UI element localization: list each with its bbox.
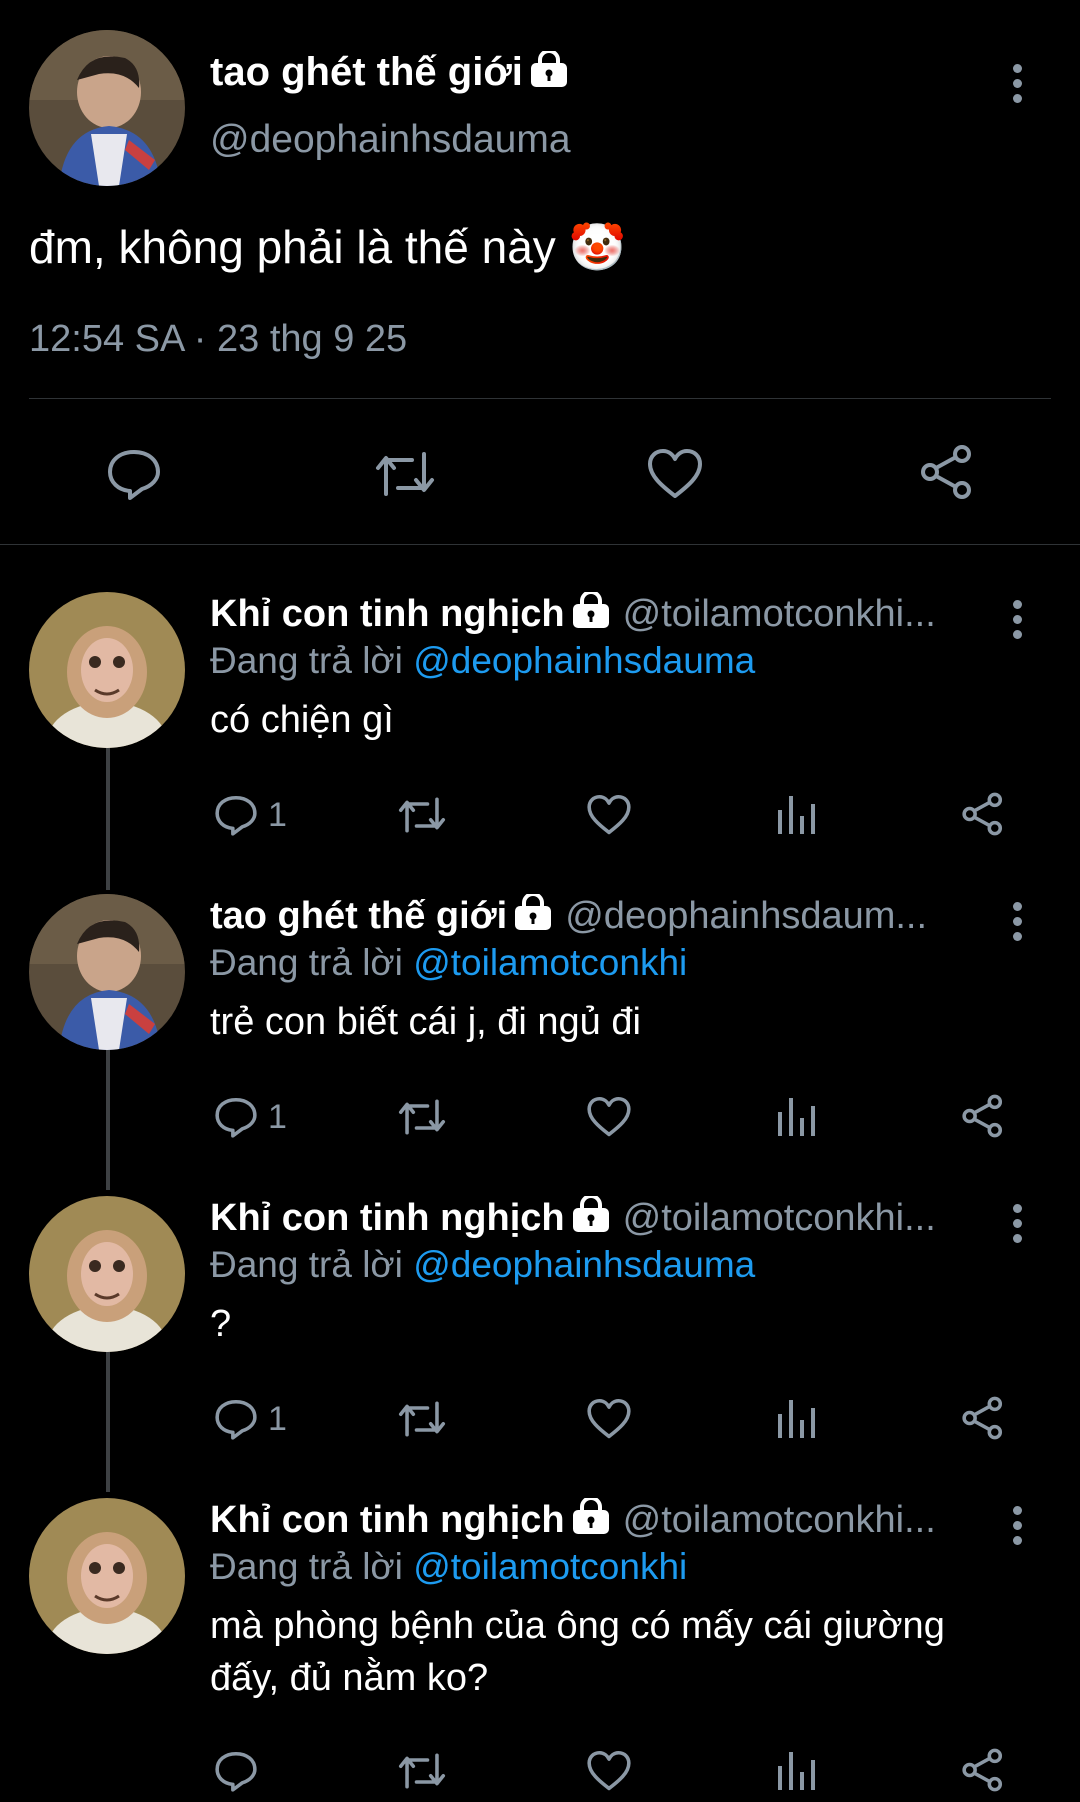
lock-icon	[571, 1196, 611, 1242]
share-icon[interactable]	[960, 1748, 1006, 1792]
replying-prefix: Đang trả lời	[210, 1244, 414, 1285]
reply-author-name[interactable]: Khỉ con tinh nghịch	[210, 593, 565, 635]
avatar-boy[interactable]	[29, 894, 185, 1050]
avatar-boy[interactable]	[29, 30, 185, 186]
like-icon[interactable]	[586, 1398, 632, 1440]
reply-header: Khỉ con tinh nghịch @toilamotconkhi...	[210, 1498, 990, 1544]
divider	[29, 398, 1051, 399]
main-author-name-text: tao ghét thế giới	[210, 50, 523, 94]
avatar-monkey[interactable]	[29, 1498, 185, 1654]
replying-to: Đang trả lời @toilamotconkhi	[210, 1546, 687, 1588]
replying-mention[interactable]: @toilamotconkhi	[413, 942, 687, 983]
replying-prefix: Đang trả lời	[210, 942, 414, 983]
reply-header: Khỉ con tinh nghịch @toilamotconkhi...	[210, 1196, 990, 1242]
reply-icon[interactable]	[214, 1398, 258, 1440]
share-icon[interactable]	[960, 1094, 1006, 1138]
reply-icon[interactable]	[214, 1096, 258, 1138]
replying-to: Đang trả lời @toilamotconkhi	[210, 942, 687, 984]
more-icon[interactable]	[1010, 1204, 1024, 1249]
reply-tweet[interactable]: Khỉ con tinh nghịch @toilamotconkhi... Đa…	[0, 592, 1080, 862]
replying-prefix: Đang trả lời	[210, 640, 414, 681]
main-tweet-timestamp: 12:54 SA · 23 thg 9 25	[29, 318, 408, 360]
avatar-monkey[interactable]	[29, 592, 185, 748]
lock-icon	[513, 894, 553, 940]
lock-icon	[529, 49, 569, 97]
share-icon[interactable]	[960, 1396, 1006, 1440]
reply-count: 1	[268, 1098, 287, 1136]
reply-tweet[interactable]: tao ghét thế giới @deophainhsdaum... Đang…	[0, 894, 1080, 1164]
lock-icon	[571, 1498, 611, 1544]
reply-author-name[interactable]: Khỉ con tinh nghịch	[210, 1197, 565, 1239]
replying-to: Đang trả lời @deophainhsdauma	[210, 640, 755, 682]
reply-icon[interactable]	[106, 448, 162, 500]
replying-mention[interactable]: @toilamotconkhi	[413, 1546, 687, 1587]
reply-icon[interactable]	[214, 794, 258, 836]
lock-icon	[571, 592, 611, 638]
views-icon[interactable]	[776, 1396, 816, 1440]
reply-icon[interactable]	[214, 1750, 258, 1792]
reply-author-handle[interactable]: @toilamotconkhi...	[623, 1499, 936, 1541]
views-icon[interactable]	[776, 1748, 816, 1792]
reply-author-handle[interactable]: @toilamotconkhi...	[623, 593, 936, 635]
retweet-icon[interactable]	[396, 1398, 448, 1440]
more-icon[interactable]	[1010, 600, 1024, 645]
reply-tweet[interactable]: Khỉ con tinh nghịch @toilamotconkhi... Đa…	[0, 1196, 1080, 1466]
retweet-icon[interactable]	[372, 448, 438, 500]
reply-author-name[interactable]: tao ghét thế giới	[210, 895, 507, 937]
like-icon[interactable]	[646, 448, 704, 500]
retweet-icon[interactable]	[396, 1096, 448, 1138]
share-icon[interactable]	[960, 792, 1006, 836]
more-icon[interactable]	[1010, 902, 1024, 947]
replying-to: Đang trả lời @deophainhsdauma	[210, 1244, 755, 1286]
reply-header: Khỉ con tinh nghịch @toilamotconkhi...	[210, 592, 990, 638]
main-tweet-text: đm, không phải là thế này 🤡	[29, 221, 626, 273]
views-icon[interactable]	[776, 792, 816, 836]
retweet-icon[interactable]	[396, 794, 448, 836]
reply-text: ?	[210, 1303, 232, 1345]
retweet-icon[interactable]	[396, 1750, 448, 1792]
reply-author-name[interactable]: Khỉ con tinh nghịch	[210, 1499, 565, 1541]
avatar-monkey[interactable]	[29, 1196, 185, 1352]
reply-text: trẻ con biết cái j, đi ngủ đi	[210, 1001, 641, 1043]
reply-tweet[interactable]: Khỉ con tinh nghịch @toilamotconkhi... Đa…	[0, 1498, 1080, 1802]
section-divider	[0, 544, 1080, 545]
like-icon[interactable]	[586, 794, 632, 836]
reply-text: mà phòng bệnh của ông có mấy cái giường …	[210, 1605, 945, 1699]
replying-mention[interactable]: @deophainhsdauma	[413, 640, 755, 681]
replying-prefix: Đang trả lời	[210, 1546, 414, 1587]
main-author-handle[interactable]: @deophainhsdauma	[210, 118, 571, 162]
share-icon[interactable]	[918, 444, 976, 500]
replying-mention[interactable]: @deophainhsdauma	[413, 1244, 755, 1285]
like-icon[interactable]	[586, 1750, 632, 1792]
more-icon[interactable]	[1010, 64, 1024, 109]
reply-header: tao ghét thế giới @deophainhsdaum...	[210, 894, 990, 940]
reply-count: 1	[268, 796, 287, 834]
views-icon[interactable]	[776, 1094, 816, 1138]
more-icon[interactable]	[1010, 1506, 1024, 1551]
main-tweet: tao ghét thế giới @deophainhsdauma đm, k…	[0, 0, 1080, 545]
reply-author-handle[interactable]: @toilamotconkhi...	[623, 1197, 936, 1239]
main-author-name[interactable]: tao ghét thế giới	[210, 49, 569, 97]
reply-text: có chiện gì	[210, 699, 394, 741]
like-icon[interactable]	[586, 1096, 632, 1138]
reply-author-handle[interactable]: @deophainhsdaum...	[565, 895, 927, 937]
reply-count: 1	[268, 1400, 287, 1438]
